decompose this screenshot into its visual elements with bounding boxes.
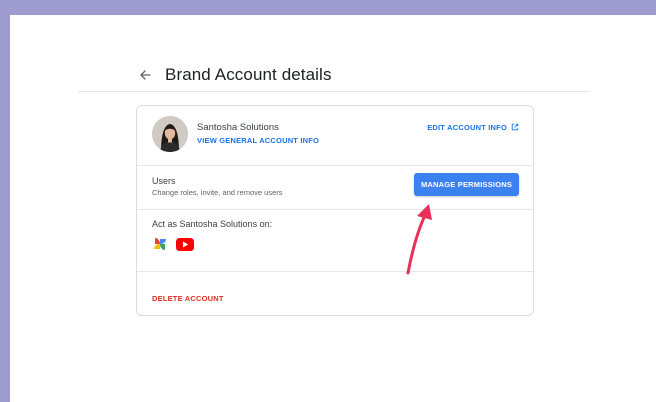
open-in-new-icon (511, 118, 519, 136)
page-title: Brand Account details (165, 65, 332, 84)
edit-account-info-label: EDIT ACCOUNT INFO (427, 122, 507, 132)
avatar (152, 116, 188, 152)
row-divider (137, 209, 533, 210)
users-subtitle: Change roles, invite, and remove users (152, 188, 283, 197)
annotation-arrow-icon (406, 204, 432, 275)
youtube-icon[interactable] (176, 237, 194, 256)
app-list (152, 236, 194, 257)
header-divider (78, 91, 590, 92)
account-name: Santosha Solutions (197, 122, 279, 133)
delete-account-link[interactable]: DELETE ACCOUNT (152, 294, 224, 303)
page-header: Brand Account details (137, 65, 332, 85)
users-title: Users (152, 176, 176, 186)
row-divider (137, 271, 533, 272)
act-as-label: Act as Santosha Solutions on: (152, 219, 273, 229)
row-divider (137, 165, 533, 166)
view-general-account-info-link[interactable]: VIEW GENERAL ACCOUNT INFO (197, 136, 319, 145)
page-frame: Brand Account details Santosha Solutions… (10, 15, 656, 402)
manage-permissions-button[interactable]: MANAGE PERMISSIONS (414, 173, 519, 196)
edit-account-info-link[interactable]: EDIT ACCOUNT INFO (427, 118, 519, 136)
account-card: Santosha Solutions VIEW GENERAL ACCOUNT … (136, 105, 534, 316)
google-photos-icon[interactable] (152, 236, 168, 257)
arrow-left-icon[interactable] (137, 67, 153, 83)
